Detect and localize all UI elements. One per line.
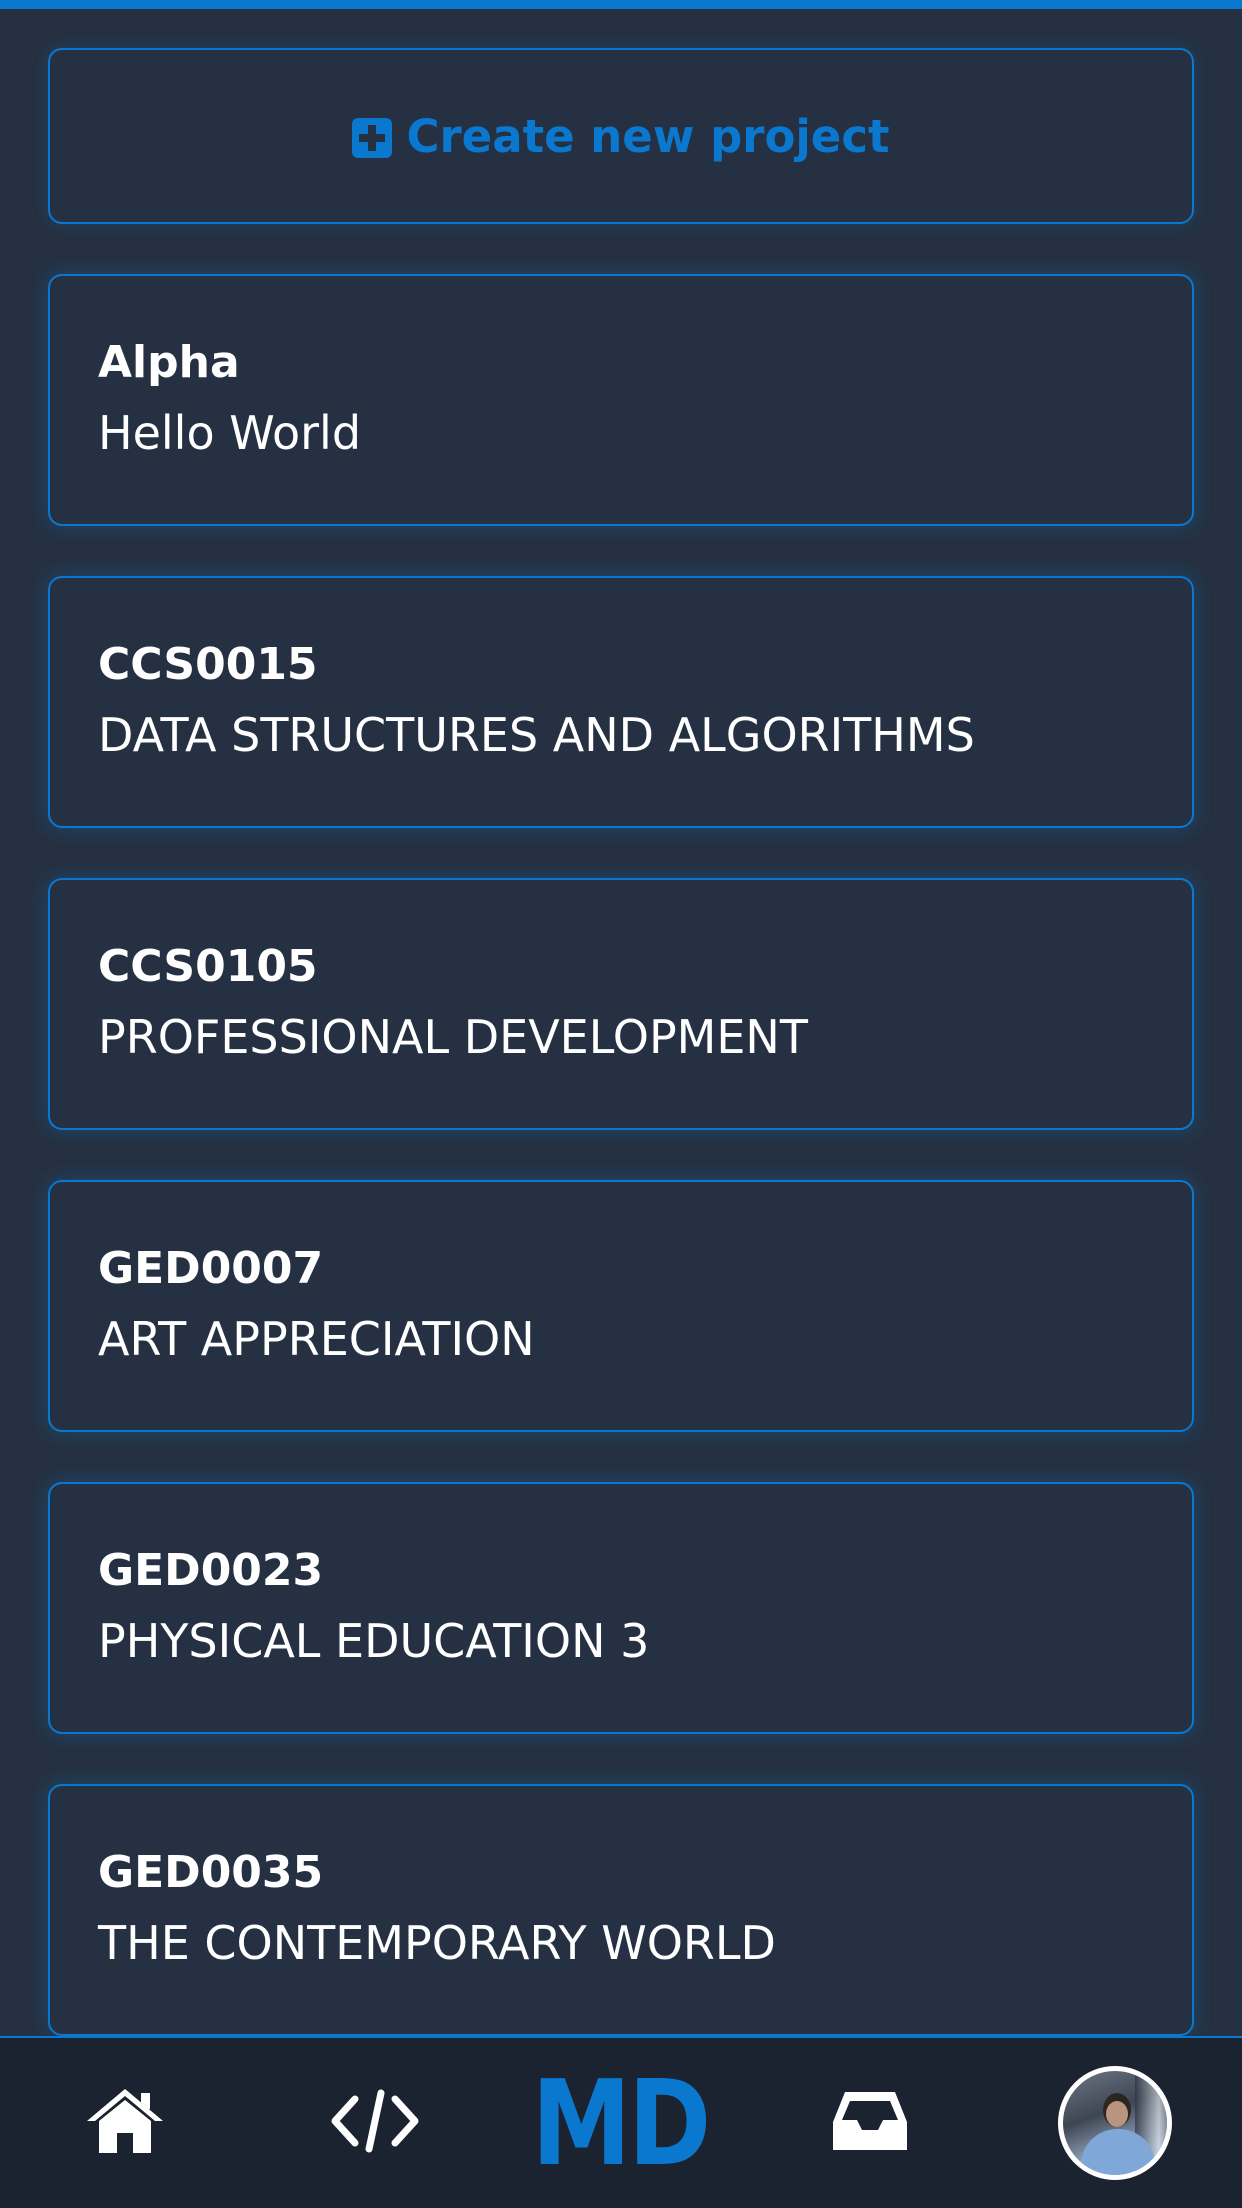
nav-inbox-button[interactable] <box>805 2038 935 2208</box>
project-name: THE CONTEMPORARY WORLD <box>98 1916 776 1970</box>
project-card-ged0007[interactable]: GED0007 ART APPRECIATION <box>48 1180 1194 1432</box>
nav-md-logo-button[interactable]: MD <box>532 2038 712 2208</box>
nav-home-button[interactable] <box>60 2038 190 2208</box>
inbox-icon <box>831 2088 909 2158</box>
project-code: Alpha <box>98 337 240 388</box>
create-project-button[interactable]: Create new project <box>48 48 1194 224</box>
project-card-ged0035[interactable]: GED0035 THE CONTEMPORARY WORLD <box>48 1784 1194 2036</box>
project-card-ccs0105[interactable]: CCS0105 PROFESSIONAL DEVELOPMENT <box>48 878 1194 1130</box>
project-name: PROFESSIONAL DEVELOPMENT <box>98 1010 808 1064</box>
project-code: CCS0015 <box>98 639 318 690</box>
plus-square-icon <box>352 116 393 158</box>
bottom-navigation: MD <box>0 2036 1242 2208</box>
project-name: ART APPRECIATION <box>98 1312 535 1366</box>
md-logo: MD <box>531 2054 712 2192</box>
nav-profile-button[interactable] <box>1050 2038 1180 2208</box>
project-code: CCS0105 <box>98 941 318 992</box>
project-code: GED0023 <box>98 1545 324 1596</box>
home-icon <box>85 2087 165 2159</box>
project-list: Create new project Alpha Hello World CCS… <box>48 48 1194 2036</box>
project-name: PHYSICAL EDUCATION 3 <box>98 1614 650 1668</box>
code-icon <box>329 2089 421 2157</box>
project-card-ged0023[interactable]: GED0023 PHYSICAL EDUCATION 3 <box>48 1482 1194 1734</box>
project-code: GED0035 <box>98 1847 324 1898</box>
project-name: DATA STRUCTURES AND ALGORITHMS <box>98 708 975 762</box>
avatar <box>1058 2066 1172 2180</box>
top-accent-bar <box>0 0 1242 9</box>
project-name: Hello World <box>98 406 362 460</box>
nav-code-button[interactable] <box>310 2038 440 2208</box>
project-card-ccs0015[interactable]: CCS0015 DATA STRUCTURES AND ALGORITHMS <box>48 576 1194 828</box>
project-card-alpha[interactable]: Alpha Hello World <box>48 274 1194 526</box>
create-project-label: Create new project <box>406 109 890 163</box>
project-code: GED0007 <box>98 1243 324 1294</box>
